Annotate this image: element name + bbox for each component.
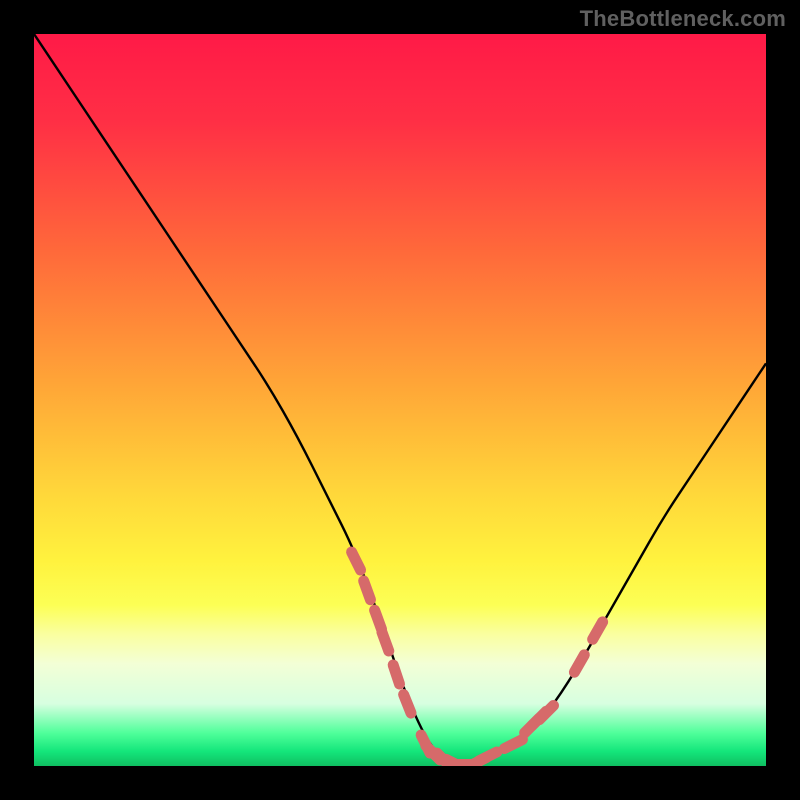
marker-dash	[375, 610, 382, 629]
bottleneck-chart	[0, 0, 800, 800]
marker-dash	[404, 695, 411, 714]
marker-dash	[393, 665, 399, 684]
outer-frame: TheBottleneck.com	[0, 0, 800, 800]
plot-background	[34, 34, 766, 766]
marker-dash	[364, 581, 371, 600]
attribution-label: TheBottleneck.com	[580, 6, 786, 32]
marker-dash	[382, 632, 389, 651]
